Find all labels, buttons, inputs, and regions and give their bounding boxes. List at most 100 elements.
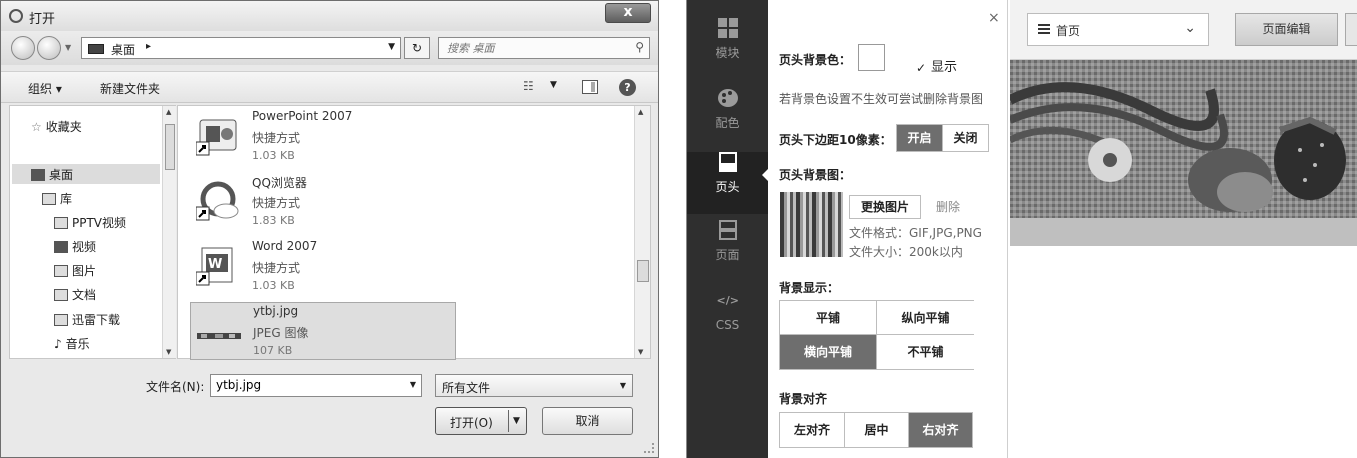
nav-pictures[interactable]: 图片 bbox=[54, 262, 96, 279]
close-button[interactable]: x bbox=[605, 3, 651, 23]
file-list-scrollbar[interactable]: ▲ ▼ bbox=[634, 106, 650, 358]
header-settings-panel: × 页头背景色： ✓ 显示 若背景色设置不生效可尝试删除背景图 页头下边距10像素… bbox=[768, 0, 1008, 458]
star-icon: ☆ bbox=[31, 120, 42, 134]
bg-display-label: 背景显示： bbox=[779, 281, 840, 295]
nav-library[interactable]: 库 bbox=[42, 190, 72, 207]
change-image-button[interactable]: 更换图片 bbox=[849, 195, 921, 219]
breadcrumb-arrow-icon[interactable]: ▸ bbox=[146, 41, 151, 52]
header-margin-label: 页头下边距10像素： bbox=[779, 133, 892, 147]
display-option-tile-horizontal[interactable]: 横向平铺 bbox=[780, 335, 877, 369]
nav-thunder-downloads[interactable]: 迅雷下载 bbox=[54, 311, 120, 328]
preview-pane-icon[interactable] bbox=[582, 80, 598, 94]
nav-music[interactable]: ♪ 音乐 bbox=[54, 335, 90, 352]
file-format-info: 文件格式：GIF,JPG,PNG bbox=[849, 226, 982, 240]
sidebar-item-page[interactable]: 页面 bbox=[687, 220, 768, 282]
nav-desktop[interactable]: 桌面 bbox=[12, 164, 160, 184]
page-select[interactable]: 首页 ⌄ bbox=[1027, 13, 1209, 46]
app-icon bbox=[9, 9, 23, 23]
search-icon[interactable]: ⚲ bbox=[635, 40, 644, 54]
page-icon bbox=[718, 220, 737, 240]
filename-input[interactable] bbox=[216, 378, 396, 392]
back-button[interactable] bbox=[11, 36, 35, 60]
header-bg-color-swatch[interactable] bbox=[858, 44, 885, 71]
svg-text:W: W bbox=[208, 257, 222, 272]
align-center-option[interactable]: 居中 bbox=[844, 413, 908, 447]
nav-pptv-video[interactable]: PPTV视频 bbox=[54, 214, 126, 231]
bg-align-label: 背景对齐 bbox=[779, 392, 828, 406]
help-icon[interactable]: ? bbox=[619, 79, 636, 96]
file-item-ytbj-jpg[interactable]: ytbj.jpg JPEG 图像 107 KB bbox=[190, 302, 456, 360]
nav-videos[interactable]: 视频 bbox=[54, 238, 96, 255]
breadcrumb-desktop[interactable]: 桌面 bbox=[111, 41, 135, 58]
open-button[interactable]: 打开(O) ▼ bbox=[435, 407, 527, 435]
file-item-qq-browser[interactable]: QQ浏览器 快捷方式 1.83 KB bbox=[190, 173, 456, 235]
bg-align-options: 左对齐 居中 右对齐 bbox=[779, 412, 973, 448]
desktop-icon bbox=[31, 169, 45, 181]
file-type: 快捷方式 bbox=[252, 261, 301, 275]
dialog-title: 打开 bbox=[29, 12, 56, 27]
show-label: 显示 bbox=[931, 60, 958, 75]
show-checkbox[interactable]: ✓ 显示 bbox=[916, 56, 957, 75]
file-list: PowerPoint 2007 快捷方式 1.03 KB QQ浏览器 快捷方式 … bbox=[177, 105, 651, 360]
pictures-library-icon bbox=[54, 265, 68, 277]
sidebar-item-css[interactable]: </> CSS bbox=[687, 292, 768, 354]
nav-pane-scrollbar[interactable]: ▲ ▼ bbox=[162, 106, 176, 358]
active-tab-caret bbox=[762, 166, 771, 184]
organize-menu[interactable]: 组织 ▾ bbox=[28, 80, 62, 97]
bg-image-thumbnail bbox=[780, 192, 843, 257]
view-mode-icon[interactable]: ☷ bbox=[523, 79, 534, 93]
refresh-button[interactable]: ↻ bbox=[404, 37, 430, 59]
new-folder-button[interactable]: 新建文件夹 bbox=[100, 80, 160, 97]
display-option-no-tile[interactable]: 不平铺 bbox=[877, 335, 974, 369]
scrollbar-thumb[interactable] bbox=[165, 124, 175, 170]
nav-documents[interactable]: 文档 bbox=[54, 286, 96, 303]
sidebar-item-label: 页面 bbox=[715, 248, 740, 262]
search-box[interactable]: ⚲ bbox=[438, 37, 650, 59]
scroll-up-arrow-icon[interactable]: ▲ bbox=[638, 108, 643, 116]
align-left-option[interactable]: 左对齐 bbox=[780, 413, 844, 447]
dialog-title-bar[interactable]: 打开 x bbox=[1, 1, 658, 31]
file-type-select[interactable]: 所有文件 ▼ bbox=[435, 374, 633, 397]
code-icon: </> bbox=[716, 294, 739, 307]
align-right-option[interactable]: 右对齐 bbox=[908, 413, 972, 447]
history-dropdown-icon[interactable]: ▼ bbox=[65, 43, 71, 52]
sidebar-item-modules[interactable]: 模块 bbox=[687, 18, 768, 80]
delete-image-link[interactable]: 删除 bbox=[936, 198, 960, 215]
documents-library-icon bbox=[54, 289, 68, 301]
margin-on-option[interactable]: 开启 bbox=[897, 125, 942, 151]
chevron-down-icon: ⌄ bbox=[1184, 20, 1196, 36]
filename-dropdown-icon[interactable]: ▼ bbox=[410, 380, 416, 389]
resize-grip-icon[interactable] bbox=[644, 443, 654, 453]
display-option-tile[interactable]: 平铺 bbox=[780, 301, 877, 335]
close-icon[interactable]: × bbox=[988, 10, 1000, 26]
preview-topbar: 首页 ⌄ 页面编辑 bbox=[1010, 0, 1357, 60]
scroll-up-arrow-icon[interactable]: ▲ bbox=[166, 108, 171, 116]
page-select-value: 首页 bbox=[1056, 24, 1081, 38]
margin-off-option[interactable]: 关闭 bbox=[942, 125, 988, 151]
sidebar-item-colors[interactable]: 配色 bbox=[687, 88, 768, 150]
scroll-down-arrow-icon[interactable]: ▼ bbox=[166, 348, 171, 356]
sidebar-item-header[interactable]: 页头 bbox=[687, 152, 768, 214]
address-bar[interactable]: 桌面 ▸ ▼ bbox=[81, 37, 401, 59]
file-type-dropdown-icon[interactable]: ▼ bbox=[620, 381, 626, 390]
grid-icon bbox=[717, 18, 738, 38]
navigation-pane: ☆ 收藏夹 桌面 库 PPTV视频 视频 图片 文档 迅雷下载 ♪ 音乐 ▲ ▼ bbox=[9, 105, 176, 359]
sidebar-item-label: 模块 bbox=[715, 46, 740, 60]
file-item-powerpoint[interactable]: PowerPoint 2007 快捷方式 1.03 KB bbox=[190, 108, 456, 170]
cancel-button[interactable]: 取消 bbox=[542, 407, 633, 435]
nav-favorites[interactable]: ☆ 收藏夹 bbox=[31, 118, 82, 135]
file-item-word[interactable]: W Word 2007 快捷方式 1.03 KB bbox=[190, 238, 456, 300]
search-input[interactable] bbox=[447, 40, 617, 56]
file-type: 快捷方式 bbox=[252, 131, 301, 145]
view-dropdown-icon[interactable]: ▼ bbox=[550, 80, 557, 90]
page-edit-button[interactable]: 页面编辑 bbox=[1235, 13, 1338, 46]
more-button[interactable] bbox=[1345, 13, 1357, 46]
scrollbar-thumb[interactable] bbox=[637, 260, 649, 282]
display-option-tile-vertical[interactable]: 纵向平铺 bbox=[877, 301, 974, 335]
library-icon bbox=[42, 193, 56, 205]
address-dropdown-icon[interactable]: ▼ bbox=[388, 42, 395, 52]
forward-button[interactable] bbox=[37, 36, 61, 60]
scroll-down-arrow-icon[interactable]: ▼ bbox=[638, 348, 643, 356]
open-split-dropdown-icon[interactable]: ▼ bbox=[508, 410, 524, 432]
filename-field[interactable]: ▼ bbox=[210, 374, 422, 397]
